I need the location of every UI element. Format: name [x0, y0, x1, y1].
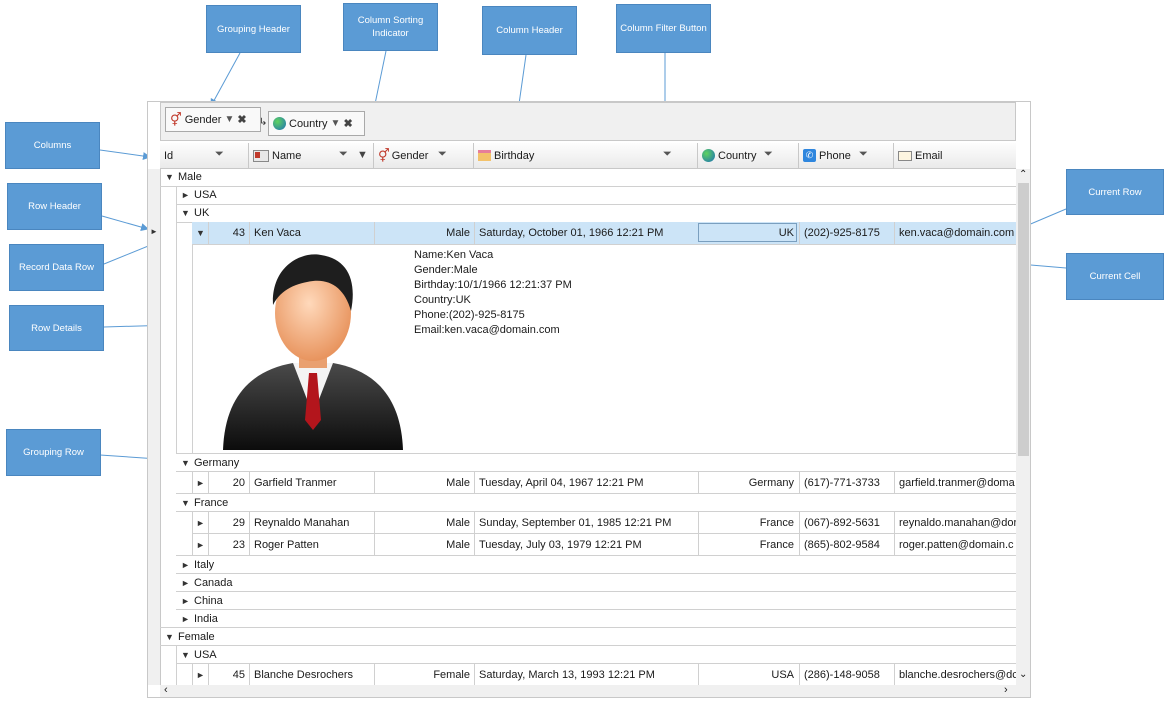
column-header-email[interactable]: Email	[894, 143, 1016, 168]
group-chip-gender[interactable]: ⚥ Gender ▼ ✖	[165, 107, 261, 132]
sort-indicator-icon[interactable]: ▼	[331, 118, 341, 129]
scroll-down-icon[interactable]: ⌄	[1019, 669, 1027, 680]
filter-button-icon[interactable]: ⏷	[215, 148, 224, 161]
callout-filter-button: Column Filter Button	[616, 4, 711, 53]
filter-button-icon[interactable]: ⏷	[438, 148, 447, 161]
vertical-scroll-thumb[interactable]	[1018, 183, 1029, 456]
callout-grouping-row: Grouping Row	[6, 429, 101, 476]
sort-indicator-icon[interactable]: ▼	[357, 149, 368, 161]
collapse-icon[interactable]: ▼	[181, 497, 190, 510]
filter-button-icon[interactable]: ⏷	[339, 148, 348, 161]
expand-details-icon[interactable]: ►	[196, 477, 205, 490]
remove-group-icon[interactable]: ✖	[343, 117, 352, 130]
globe-icon	[702, 149, 715, 162]
column-header-name[interactable]: Name ⏷ ▼	[249, 143, 374, 168]
callout-grouping-header: Grouping Header	[206, 5, 301, 53]
collapse-details-icon[interactable]: ▼	[196, 227, 205, 240]
expand-icon[interactable]: ►	[181, 577, 190, 590]
grid-body: ► ▼ Male ► USA ▼ UK ▼ 43 Ken Vaca Male S…	[148, 169, 1018, 685]
filter-button-icon[interactable]: ⏷	[764, 148, 773, 161]
collapse-icon[interactable]: ▼	[165, 631, 174, 644]
vertical-scrollbar[interactable]: ⌃ ⌄	[1016, 169, 1030, 685]
callout-sorting-indicator: Column Sorting Indicator	[343, 3, 438, 51]
phone-icon: ✆	[803, 149, 816, 162]
expand-details-icon[interactable]: ►	[196, 517, 205, 530]
expand-icon[interactable]: ►	[181, 613, 190, 626]
horizontal-scrollbar[interactable]: ‹ ›	[160, 684, 1016, 697]
column-header-country[interactable]: Country ⏷	[698, 143, 799, 168]
group-chip-country[interactable]: Country ▼ ✖	[268, 111, 365, 136]
scroll-right-icon[interactable]: ›	[1004, 684, 1008, 696]
callout-current-row: Current Row	[1066, 169, 1164, 215]
collapse-icon[interactable]: ▼	[181, 649, 190, 662]
expand-details-icon[interactable]: ►	[196, 669, 205, 682]
expand-icon[interactable]: ►	[181, 189, 190, 202]
scrollbar-corner	[1016, 685, 1030, 697]
person-avatar-icon	[223, 254, 403, 450]
expand-icon[interactable]: ►	[181, 559, 190, 572]
filter-button-icon[interactable]: ⏷	[859, 148, 868, 161]
envelope-icon	[898, 150, 912, 161]
data-grid: ⚥ Gender ▼ ✖ ↳ Country ▼ ✖ Id ⏷ Name ⏷ ▼…	[147, 101, 1031, 698]
row-header-column	[148, 169, 161, 685]
column-header-gender[interactable]: ⚥ Gender ⏷	[374, 143, 474, 168]
collapse-icon[interactable]: ▼	[181, 207, 190, 220]
scroll-left-icon[interactable]: ‹	[164, 684, 168, 696]
column-header-phone[interactable]: ✆ Phone ⏷	[799, 143, 894, 168]
filter-button-icon[interactable]: ⏷	[663, 148, 672, 161]
remove-group-icon[interactable]: ✖	[237, 113, 246, 126]
gender-icon: ⚥	[170, 111, 182, 127]
expand-icon[interactable]: ►	[181, 595, 190, 608]
cake-icon	[478, 150, 491, 161]
column-header-birthday[interactable]: Birthday ⏷	[474, 143, 698, 168]
callout-current-cell: Current Cell	[1066, 253, 1164, 300]
column-header-row: Id ⏷ Name ⏷ ▼ ⚥ Gender ⏷ Birthday ⏷ Coun…	[160, 143, 1016, 169]
gender-icon: ⚥	[378, 147, 390, 163]
globe-icon	[273, 117, 286, 130]
callout-column-header: Column Header	[482, 6, 577, 55]
callout-record-row: Record Data Row	[9, 244, 104, 291]
group-connector-icon: ↳	[259, 117, 268, 128]
collapse-icon[interactable]: ▼	[181, 457, 190, 470]
sort-indicator-icon[interactable]: ▼	[224, 114, 234, 125]
row-details: Name:Ken Vaca Gender:Male Birthday:10/1/…	[208, 245, 1016, 453]
column-header-id[interactable]: Id ⏷	[160, 143, 249, 168]
current-row-indicator-icon: ►	[150, 227, 158, 236]
scroll-up-icon[interactable]: ⌃	[1019, 169, 1027, 180]
callout-columns: Columns	[5, 122, 100, 169]
callout-row-details: Row Details	[9, 305, 104, 351]
expand-details-icon[interactable]: ►	[196, 539, 205, 552]
callout-row-header: Row Header	[7, 183, 102, 230]
collapse-icon[interactable]: ▼	[165, 171, 174, 184]
grouping-panel: ⚥ Gender ▼ ✖ ↳ Country ▼ ✖	[160, 102, 1016, 141]
id-card-icon	[253, 149, 269, 162]
